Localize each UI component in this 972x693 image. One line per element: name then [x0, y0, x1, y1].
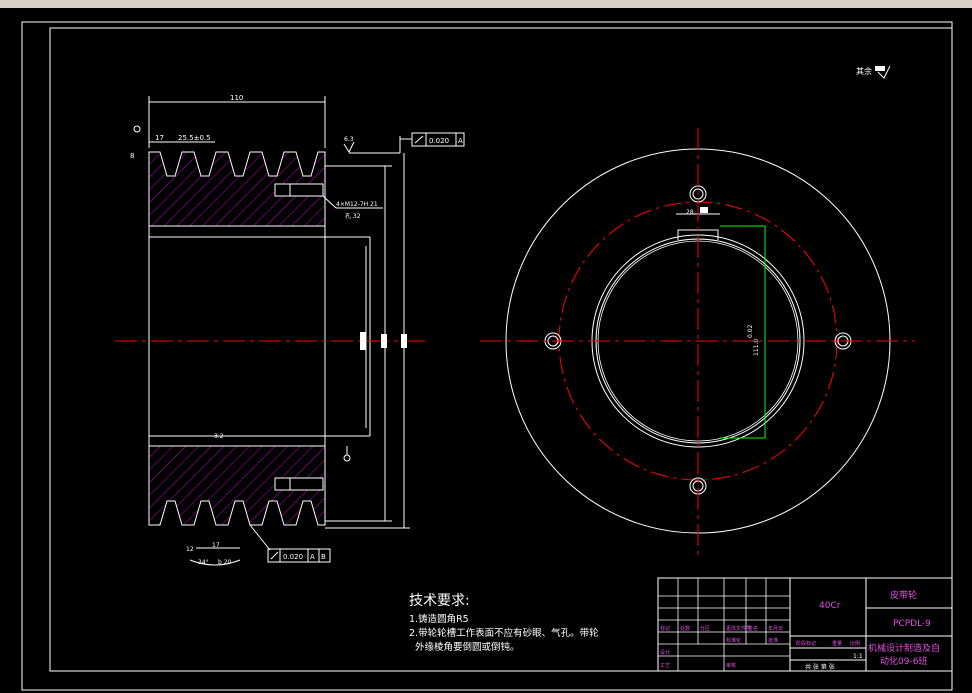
roughness-bore-text: 3.2 — [214, 433, 224, 440]
tolerance-frame-bottom: 0.020 A B — [267, 548, 331, 563]
roughness-top-text: 6.3 — [344, 136, 354, 143]
section-view: 110 17 25.5±0.5 8 6.3 0.020 A 4×M12-7H 2… — [115, 94, 465, 566]
svg-text:A: A — [310, 553, 315, 561]
svg-text:重量: 重量 — [832, 640, 842, 647]
sheet-info-text: 共 张 第 张 — [805, 663, 835, 671]
end-view: 28 111.0 0.02 — [480, 128, 915, 556]
datum-b-circle-icon — [343, 454, 351, 462]
school-line2-text: 动化09-6班 — [880, 655, 927, 667]
dim-bore-label — [360, 332, 366, 350]
scale-text: 1:1 — [853, 653, 863, 660]
school-line1-text: 机械设计制造及自 — [868, 642, 940, 654]
bolt-holes — [544, 185, 852, 495]
general-roughness-note: 其余 — [856, 65, 891, 79]
keyway-depth-text-2: 0.02 — [747, 324, 754, 338]
dim-width-text: 110 — [230, 94, 243, 102]
dim-groove-first-text: 17 — [155, 134, 164, 142]
cad-drawing: 其余 110 17 25.5±0.5 8 6.3 0.020 A 4×M12-7… — [21, 21, 953, 691]
runout-arrow-icon — [414, 135, 424, 144]
hub-body — [148, 225, 326, 447]
svg-text:0.020: 0.020 — [429, 137, 449, 145]
svg-text:年月日: 年月日 — [768, 625, 783, 632]
roughness-top-icon — [343, 141, 355, 154]
corner-note-text: 其余 — [856, 66, 872, 76]
tech-req-item-2: 2.带轮轮槽工作表面不应有砂眼、气孔。带轮 — [409, 627, 599, 639]
dim-outer-label — [401, 334, 407, 348]
technical-requirements: 技术要求: 1.铸造圆角R5 2.带轮轮槽工作表面不应有砂眼、气孔。带轮 外缘棱… — [409, 593, 599, 653]
svg-text:工艺: 工艺 — [660, 663, 670, 669]
menu-bar-strip — [0, 0, 972, 8]
svg-text:标准化: 标准化 — [726, 637, 741, 644]
svg-text:签名: 签名 — [748, 625, 758, 632]
dim-bottom-groove-text: 17 — [212, 542, 220, 549]
runout-arrow-bottom-icon — [270, 551, 279, 560]
inner-frame — [49, 27, 953, 672]
svg-text:B: B — [321, 553, 326, 561]
keyway-width-text: 28 — [686, 209, 694, 216]
svg-text:A: A — [458, 137, 463, 145]
tech-req-title: 技术要求: — [409, 593, 470, 609]
svg-text:批准: 批准 — [768, 637, 778, 644]
outer-frame — [21, 21, 953, 691]
svg-text:0.020: 0.020 — [283, 553, 303, 561]
dim-groove-pitch-text: 25.5±0.5 — [178, 134, 211, 142]
svg-text:设计: 设计 — [660, 649, 670, 656]
svg-text:标记: 标记 — [660, 625, 670, 632]
dim-bottom-edge-text: 12 — [186, 546, 194, 553]
svg-text:分区: 分区 — [700, 625, 710, 632]
svg-text:处数: 处数 — [680, 625, 690, 632]
thread-note-line1: 4×M12-7H 21 — [336, 201, 378, 208]
tolerance-frame-top: 0.020 A — [411, 132, 465, 147]
dim-depth-top-text: 8 — [130, 152, 134, 160]
svg-text:比例: 比例 — [850, 640, 860, 647]
svg-text:阶段标记: 阶段标记 — [796, 640, 816, 647]
tech-req-item-3: 外缘棱角要倒圆或倒钝。 — [409, 641, 520, 653]
threaded-hole-bottom — [274, 477, 324, 491]
svg-text:审核: 审核 — [726, 662, 736, 669]
part-name-text: 皮带轮 — [890, 589, 917, 601]
title-block: 40Cr 皮带轮 PCPDL-9 机械设计制造及自 动化09-6班 1:1 共 … — [657, 577, 953, 672]
datum-circle-icon — [133, 125, 141, 133]
threaded-hole-top — [274, 183, 324, 197]
dim-pitch-label — [381, 334, 387, 348]
material-text: 40Cr — [819, 601, 841, 611]
tech-req-item-1: 1.铸造圆角R5 — [409, 613, 469, 625]
keyway-depth-text-1: 111.0 — [753, 339, 760, 356]
drawing-no-text: PCPDL-9 — [893, 619, 931, 629]
thread-note-line2: 孔 32 — [345, 212, 361, 220]
